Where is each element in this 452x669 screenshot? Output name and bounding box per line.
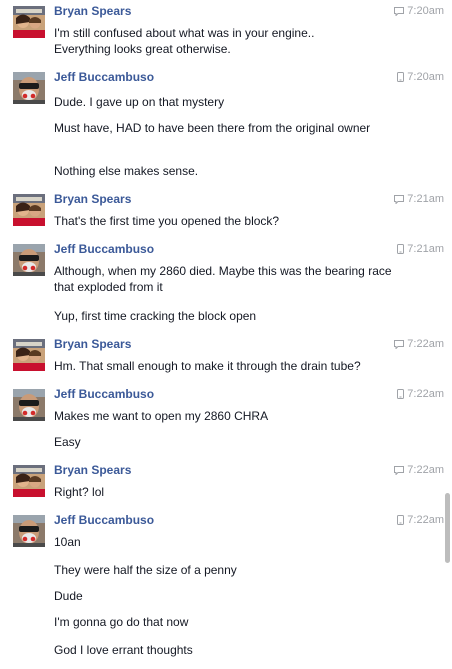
chat-icon — [394, 339, 405, 349]
jeff-avatar[interactable] — [13, 515, 45, 547]
sender-name[interactable]: Bryan Spears — [54, 463, 131, 477]
timestamp-text: 7:22am — [407, 464, 444, 476]
message-text: Must have, HAD to have been there from t… — [54, 121, 371, 135]
jeff-avatar[interactable] — [13, 244, 45, 276]
message-text: Although, when my 2860 died. Maybe this … — [54, 264, 392, 294]
message-text: Hm. That small enough to make it through… — [54, 359, 361, 373]
chat-icon — [394, 465, 405, 475]
chat-icon — [394, 6, 405, 16]
message-text: Dude — [54, 589, 83, 603]
timestamp-text: 7:21am — [407, 243, 444, 255]
message-timestamp: 7:22am — [394, 338, 444, 350]
jeff-avatar[interactable] — [13, 389, 45, 421]
message-text: Right? lol — [54, 485, 105, 499]
bryan-avatar[interactable] — [13, 6, 45, 38]
message-timestamp: 7:21am — [397, 243, 444, 255]
message-timestamp: 7:22am — [397, 514, 444, 526]
sender-name[interactable]: Bryan Spears — [54, 4, 131, 18]
message-text: Dude. I gave up on that mystery — [54, 95, 225, 109]
bryan-avatar[interactable] — [13, 339, 45, 371]
message-text: Yup, first time cracking the block open — [54, 309, 257, 323]
mobile-icon — [397, 515, 405, 525]
scrollbar-thumb[interactable] — [445, 493, 450, 563]
message-text: I'm gonna go do that now — [54, 615, 189, 629]
message-thread: Bryan Spears 7:20am I'm still confused ab… — [0, 0, 452, 669]
timestamp-text: 7:22am — [407, 514, 444, 526]
mobile-icon — [397, 244, 405, 254]
timestamp-text: 7:20am — [407, 71, 444, 83]
message-text: Easy — [54, 435, 81, 449]
timestamp-text: 7:22am — [407, 388, 444, 400]
timestamp-text: 7:22am — [407, 338, 444, 350]
sender-name[interactable]: Jeff Buccambuso — [54, 242, 154, 256]
message-text: Makes me want to open my 2860 CHRA — [54, 409, 269, 423]
sender-name[interactable]: Jeff Buccambuso — [54, 70, 154, 84]
mobile-icon — [397, 389, 405, 399]
message-text: I'm still confused about what was in you… — [54, 26, 315, 56]
message-text: 10an — [54, 535, 81, 549]
chat-icon — [394, 194, 405, 204]
message-timestamp: 7:20am — [397, 71, 444, 83]
message-text: That's the first time you opened the blo… — [54, 214, 280, 228]
mobile-icon — [397, 72, 405, 82]
timestamp-text: 7:20am — [407, 5, 444, 17]
message-timestamp: 7:21am — [394, 193, 444, 205]
timestamp-text: 7:21am — [407, 193, 444, 205]
bryan-avatar[interactable] — [13, 465, 45, 497]
message-text: Nothing else makes sense. — [54, 164, 199, 178]
message-text: God I love errant thoughts — [54, 643, 193, 657]
bryan-avatar[interactable] — [13, 194, 45, 226]
sender-name[interactable]: Jeff Buccambuso — [54, 387, 154, 401]
sender-name[interactable]: Bryan Spears — [54, 337, 131, 351]
jeff-avatar[interactable] — [13, 72, 45, 104]
sender-name[interactable]: Jeff Buccambuso — [54, 513, 154, 527]
message-timestamp: 7:20am — [394, 5, 444, 17]
message-timestamp: 7:22am — [397, 388, 444, 400]
sender-name[interactable]: Bryan Spears — [54, 192, 131, 206]
message-timestamp: 7:22am — [394, 464, 444, 476]
message-text: They were half the size of a penny — [54, 563, 237, 577]
